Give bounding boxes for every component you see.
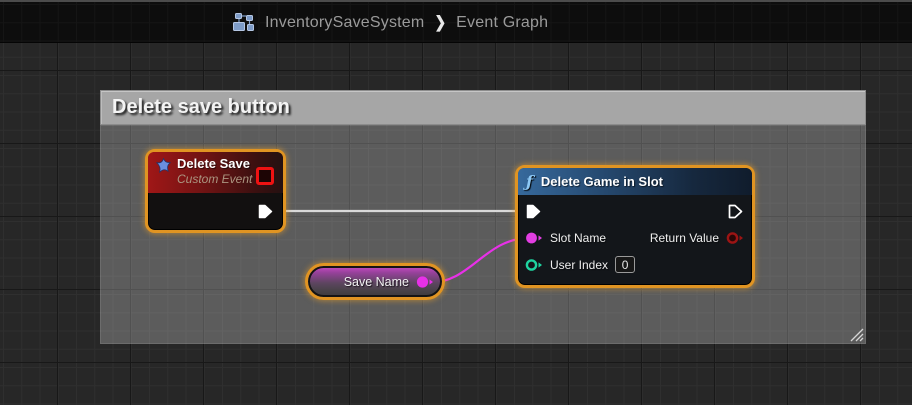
user-index-pin[interactable] bbox=[525, 258, 543, 272]
custom-event-icon bbox=[156, 158, 171, 173]
delete-game-exec-in-pin[interactable] bbox=[525, 203, 542, 220]
comment-node-header[interactable]: Delete save button bbox=[100, 90, 866, 125]
slot-name-pin-label: Slot Name bbox=[550, 231, 607, 245]
return-value-pin-label: Return Value bbox=[649, 231, 719, 245]
delete-save-node-title: Delete Save bbox=[177, 156, 250, 171]
node-save-name-getter[interactable]: Save Name bbox=[305, 263, 445, 300]
breadcrumb-chevron-icon: ❯ bbox=[434, 12, 447, 32]
save-name-output-pin[interactable] bbox=[416, 275, 434, 289]
node-delete-save-custom-event[interactable]: Delete Save Custom Event bbox=[145, 149, 286, 233]
event-binding-indicator-icon bbox=[256, 167, 274, 185]
delete-game-node-title: Delete Game in Slot bbox=[540, 174, 663, 189]
graph-title-bar: InventorySaveSystem ❯ Event Graph bbox=[0, 0, 912, 43]
return-value-pin[interactable] bbox=[726, 231, 744, 245]
comment-resize-handle-icon[interactable] bbox=[849, 327, 864, 342]
node-delete-game-in-slot[interactable]: ƒ Delete Game in Slot Slot Name Return V… bbox=[515, 165, 755, 288]
user-index-input[interactable] bbox=[615, 256, 636, 273]
breadcrumb-current[interactable]: Event Graph bbox=[456, 14, 548, 32]
blueprint-class-icon bbox=[233, 13, 254, 31]
breadcrumb-root[interactable]: InventorySaveSystem bbox=[265, 14, 424, 32]
comment-title: Delete save button bbox=[112, 96, 290, 118]
user-index-pin-label: User Index bbox=[550, 257, 609, 272]
blueprint-editor-window: Delete save button InventorySaveSystem ❯… bbox=[0, 0, 912, 405]
delete-game-node-header: ƒ Delete Game in Slot bbox=[518, 168, 752, 195]
slot-name-pin[interactable] bbox=[525, 231, 543, 245]
delete-game-exec-out-pin[interactable] bbox=[727, 203, 744, 220]
delete-save-exec-out-pin[interactable] bbox=[257, 203, 274, 220]
breadcrumb: InventorySaveSystem ❯ Event Graph bbox=[232, 2, 548, 43]
function-icon: ƒ bbox=[526, 172, 533, 191]
delete-save-node-subtitle: Custom Event bbox=[177, 172, 253, 186]
save-name-label: Save Name bbox=[343, 274, 409, 289]
